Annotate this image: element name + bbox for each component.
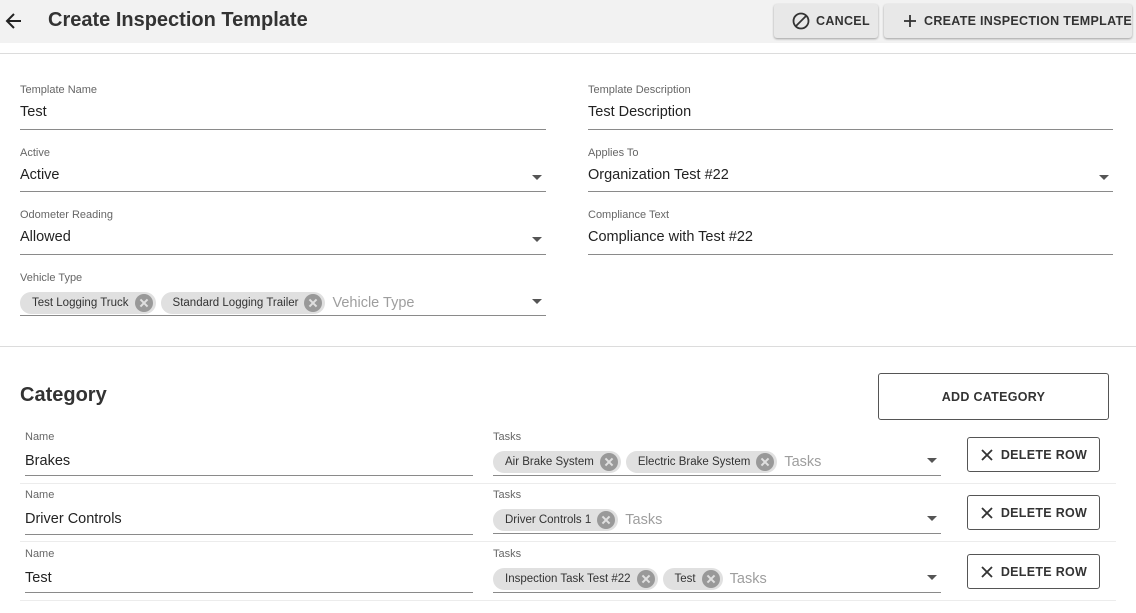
dropdown-arrow-icon <box>927 575 937 580</box>
category-name-value: Brakes <box>25 453 71 469</box>
remove-chip-icon[interactable] <box>756 453 775 471</box>
task-chip: Inspection Task Test #22 <box>493 568 658 590</box>
chip-label: Driver Controls 1 <box>505 514 592 526</box>
row-divider <box>20 600 1116 601</box>
chip-label: Test <box>674 573 696 585</box>
field-label: Tasks <box>493 548 522 560</box>
dropdown-arrow-icon <box>927 458 937 463</box>
dropdown-arrow-icon <box>1099 175 1109 180</box>
field-label: Active <box>20 147 50 159</box>
template-description-value: Test Description <box>588 104 692 120</box>
plus-icon <box>904 15 916 27</box>
back-button[interactable] <box>4 8 26 34</box>
tasks-chips: Inspection Task Test #22 Test Tasks <box>493 568 767 590</box>
category-name-field[interactable]: Name Driver Controls <box>25 489 473 535</box>
dropdown-arrow-icon <box>532 237 542 242</box>
add-category-button[interactable]: ADD CATEGORY <box>878 373 1109 420</box>
chip-label: Standard Logging Trailer <box>172 297 299 309</box>
category-heading: Category <box>20 384 107 406</box>
close-icon <box>981 506 993 519</box>
tasks-placeholder: Tasks <box>784 454 822 470</box>
chip-label: Inspection Task Test #22 <box>505 573 631 585</box>
compliance-text-field[interactable]: Compliance Text Compliance with Test #22 <box>588 209 1113 255</box>
vehicle-type-placeholder: Vehicle Type <box>332 295 415 311</box>
template-name-value: Test <box>20 104 47 120</box>
field-label: Template Description <box>588 84 691 96</box>
category-name-value: Test <box>25 570 52 586</box>
divider <box>0 346 1136 347</box>
delete-row-button[interactable]: DELETE ROW <box>967 437 1100 472</box>
page-title: Create Inspection Template <box>48 9 308 31</box>
template-name-field[interactable]: Template Name Test <box>20 84 546 130</box>
remove-chip-icon[interactable] <box>304 294 323 312</box>
applies-to-select[interactable]: Applies To Organization Test #22 <box>588 147 1113 192</box>
field-label: Tasks <box>493 431 522 443</box>
vehicle-type-chips: Test Logging Truck Standard Logging Trai… <box>20 292 414 314</box>
task-chip: Driver Controls 1 <box>493 509 619 531</box>
create-label: CREATE INSPECTION TEMPLATE <box>924 14 1133 28</box>
category-name-field[interactable]: Name Test <box>25 548 473 593</box>
task-chip: Electric Brake System <box>625 451 778 473</box>
tasks-select[interactable]: Tasks Air Brake System Electric Brake Sy… <box>493 431 941 476</box>
vehicle-type-select[interactable]: Vehicle Type Test Logging Truck Standard… <box>20 272 546 316</box>
remove-chip-icon[interactable] <box>597 511 616 529</box>
chip-label: Electric Brake System <box>637 456 751 468</box>
dropdown-arrow-icon <box>927 516 937 521</box>
compliance-text-value: Compliance with Test #22 <box>588 229 753 245</box>
dropdown-arrow-icon <box>532 299 542 304</box>
dropdown-arrow-icon <box>532 175 542 180</box>
row-divider <box>20 483 1116 484</box>
tasks-placeholder: Tasks <box>625 512 663 528</box>
tasks-select[interactable]: Tasks Driver Controls 1 Tasks <box>493 489 941 534</box>
field-label: Vehicle Type <box>20 272 83 284</box>
close-icon <box>981 565 993 578</box>
field-label: Name <box>25 548 55 560</box>
remove-chip-icon[interactable] <box>701 570 720 588</box>
field-label: Odometer Reading <box>20 209 113 221</box>
cancel-label: CANCEL <box>816 14 870 28</box>
tasks-chips: Driver Controls 1 Tasks <box>493 509 662 531</box>
delete-row-label: DELETE ROW <box>1000 447 1088 462</box>
create-template-button[interactable]: CREATE INSPECTION TEMPLATE <box>884 4 1132 38</box>
row-divider <box>20 541 1116 542</box>
field-label: Tasks <box>493 489 522 501</box>
task-chip: Test <box>662 568 723 590</box>
template-description-field[interactable]: Template Description Test Description <box>588 84 1113 130</box>
cancel-button[interactable]: CANCEL <box>774 4 878 38</box>
remove-chip-icon[interactable] <box>636 570 655 588</box>
tasks-chips: Air Brake System Electric Brake System T… <box>493 451 821 473</box>
task-chip: Air Brake System <box>493 451 621 473</box>
remove-chip-icon[interactable] <box>599 453 618 471</box>
applies-to-value: Organization Test #22 <box>588 167 729 183</box>
delete-row-button[interactable]: DELETE ROW <box>967 495 1100 530</box>
vehicle-type-chip: Test Logging Truck <box>20 292 156 314</box>
vehicle-type-chip: Standard Logging Trailer <box>160 292 326 314</box>
category-name-value: Driver Controls <box>25 511 122 527</box>
divider <box>0 53 1136 54</box>
field-label: Name <box>25 431 55 443</box>
field-label: Template Name <box>20 84 98 96</box>
field-label: Name <box>25 489 55 501</box>
delete-row-button[interactable]: DELETE ROW <box>967 554 1100 589</box>
field-label: Compliance Text <box>588 209 670 221</box>
active-value: Active <box>20 167 60 183</box>
odometer-reading-value: Allowed <box>20 229 71 245</box>
delete-row-label: DELETE ROW <box>1000 564 1088 579</box>
tasks-placeholder: Tasks <box>729 571 767 587</box>
block-icon <box>792 12 810 30</box>
chip-label: Test Logging Truck <box>32 297 129 309</box>
delete-row-label: DELETE ROW <box>1000 505 1088 520</box>
close-icon <box>981 448 993 461</box>
tasks-select[interactable]: Tasks Inspection Task Test #22 Test Task… <box>493 548 941 593</box>
remove-chip-icon[interactable] <box>134 294 153 312</box>
field-label: Applies To <box>588 147 639 159</box>
chip-label: Air Brake System <box>505 456 594 468</box>
arrow-left-icon <box>5 13 21 29</box>
active-select[interactable]: Active Active <box>20 147 546 192</box>
odometer-reading-select[interactable]: Odometer Reading Allowed <box>20 209 546 255</box>
category-name-field[interactable]: Name Brakes <box>25 431 473 476</box>
